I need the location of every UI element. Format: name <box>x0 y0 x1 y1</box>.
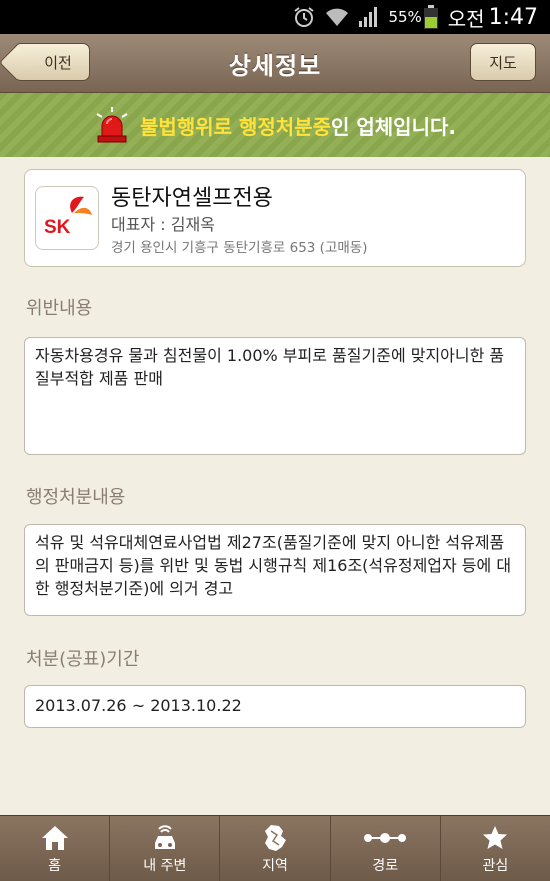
map-button[interactable]: 지도 <box>470 43 536 81</box>
route-icon <box>363 823 407 853</box>
star-icon <box>481 823 509 853</box>
brand-logo: SK <box>35 186 99 250</box>
warning-highlight: 불법행위로 행정처분중 <box>140 114 331 139</box>
back-button[interactable]: 이전 <box>14 43 90 81</box>
warning-text: 불법행위로 행정처분중인 업체입니다. <box>140 111 456 140</box>
nav-home[interactable]: 홈 <box>0 816 111 881</box>
page-title: 상세정보 <box>228 51 322 80</box>
disposition-textbox[interactable]: 석유 및 석유대체연료사업법 제27조(품질기준에 맞지 아니한 석유제품의 판… <box>24 524 526 616</box>
status-time: 1:47 <box>488 4 538 30</box>
nav-route[interactable]: 경로 <box>331 816 441 881</box>
nav-favorites[interactable]: 관심 <box>441 816 550 881</box>
status-ampm: 오전 <box>447 6 485 31</box>
warning-banner: 불법행위로 행정처분중인 업체입니다. <box>0 93 550 157</box>
status-bar: 55% 오전 1:47 <box>0 0 550 34</box>
disposition-label: 행정처분내용 <box>26 487 126 508</box>
warning-suffix: 인 업체입니다. <box>331 114 456 139</box>
region-map-icon <box>261 823 289 853</box>
logo-text: SK <box>44 217 71 238</box>
company-address: 경기 용인시 기흥구 동탄기흥로 653 (고매동) <box>111 240 368 256</box>
back-button-label: 이전 <box>44 53 72 72</box>
car-icon <box>150 823 180 853</box>
company-card: SK 동탄자연셀프전용 대표자 : 김재옥 경기 용인시 기흥구 동탄기흥로 6… <box>24 169 526 267</box>
home-icon <box>40 823 70 853</box>
nav-home-label: 홈 <box>48 857 62 874</box>
nav-favorites-label: 관심 <box>482 857 509 874</box>
period-textbox[interactable]: 2013.07.26 ~ 2013.10.22 <box>24 685 526 728</box>
violation-textbox[interactable]: 자동차용경유 물과 침전물이 1.00% 부피로 품질기준에 맞지아니한 품질부… <box>24 337 526 455</box>
period-label: 처분(공표)기간 <box>26 649 140 670</box>
battery-icon <box>423 5 438 29</box>
nav-route-label: 경로 <box>372 857 399 874</box>
signal-icon <box>358 6 380 28</box>
company-name: 동탄자연셀프전용 <box>111 186 273 211</box>
nav-region[interactable]: 지역 <box>220 816 331 881</box>
violation-label: 위반내용 <box>26 298 93 319</box>
alarm-icon <box>292 5 316 29</box>
siren-icon <box>94 106 130 144</box>
nav-region-label: 지역 <box>262 857 288 874</box>
company-representative: 대표자 : 김재옥 <box>111 215 215 234</box>
nav-nearby-label: 내 주변 <box>143 857 187 874</box>
app-header: 이전 상세정보 지도 <box>0 34 550 93</box>
bottom-nav: 홈 내 주변 지역 경로 관심 <box>0 815 550 881</box>
nav-nearby[interactable]: 내 주변 <box>110 816 221 881</box>
battery-percent: 55% <box>388 8 422 26</box>
wifi-icon <box>324 6 350 28</box>
